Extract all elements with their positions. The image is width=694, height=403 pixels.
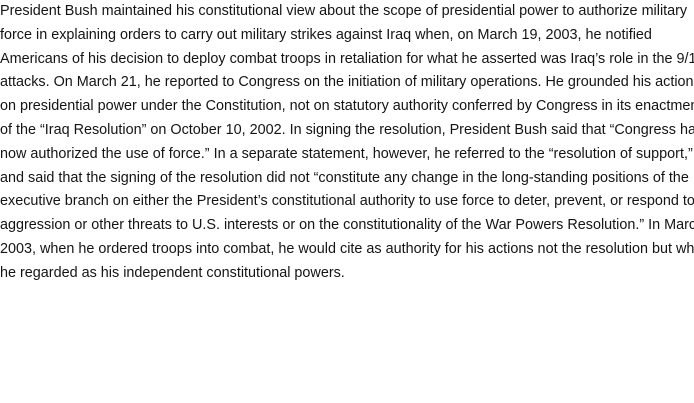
body-paragraph: President Bush maintained his constituti… (0, 0, 694, 286)
paragraph-line: force in explaining orders to carry out … (0, 26, 652, 43)
paragraph-line: now authorized the use of force.” In a s… (0, 145, 693, 162)
paragraph-line: 2003, when he ordered troops into combat… (0, 240, 694, 257)
paragraph-line: on presidential power under the Constitu… (0, 98, 694, 115)
document-page: President Bush maintained his constituti… (0, 0, 694, 403)
paragraph-line: President Bush maintained his constituti… (0, 3, 688, 19)
paragraph-line: aggression or other threats to U.S. inte… (0, 217, 694, 234)
paragraph-line: of the “Iraq Resolution” on October 10, … (0, 121, 694, 138)
paragraph-line: he regarded as his independent constitut… (0, 264, 345, 281)
paragraph-line: and said that the signing of the resolut… (0, 169, 689, 186)
paragraph-line: Americans of his decision to deploy comb… (0, 50, 694, 67)
paragraph-line: executive branch on either the President… (0, 193, 694, 210)
paragraph-line: attacks. On March 21, he reported to Con… (0, 74, 694, 91)
